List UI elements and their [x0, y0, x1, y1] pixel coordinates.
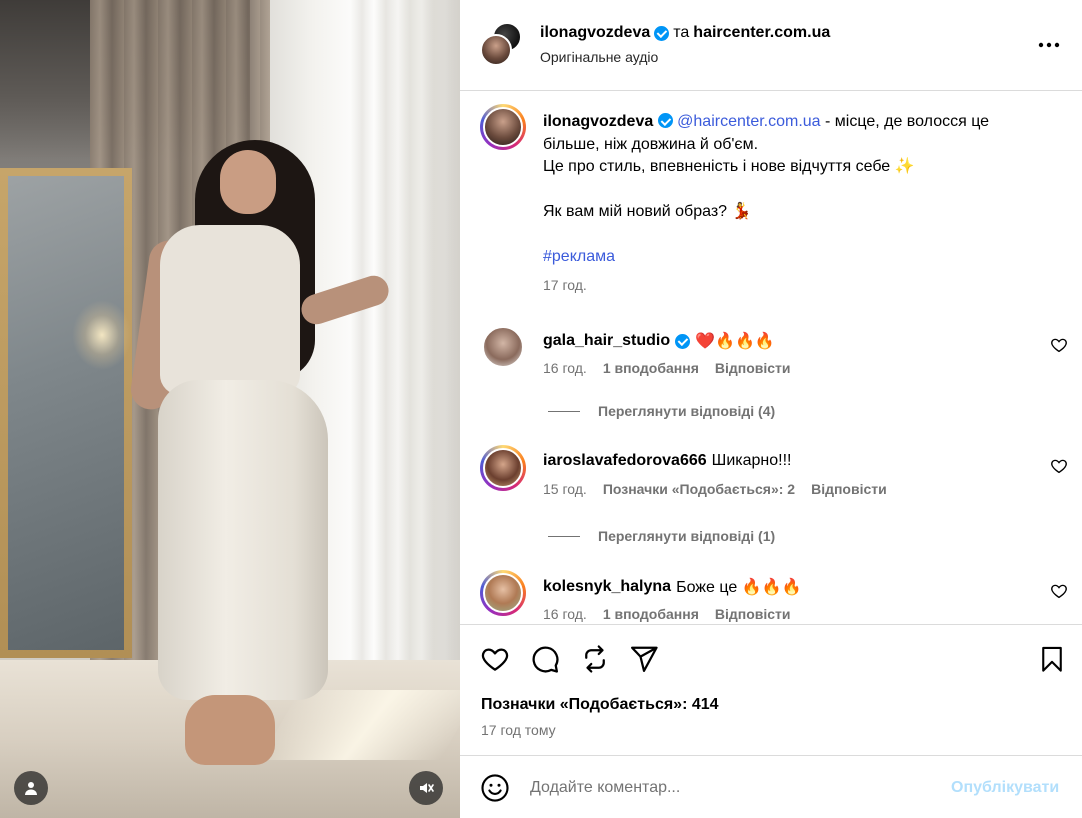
caption-timestamp[interactable]: 17 год.: [543, 277, 587, 293]
comment-likes[interactable]: 1 вподобання: [603, 606, 699, 622]
view-replies-button[interactable]: Переглянути відповіді (1): [548, 528, 775, 544]
view-replies-label: Переглянути відповіді (1): [598, 528, 776, 544]
send-icon: [631, 646, 658, 672]
comment-time[interactable]: 16 год.: [543, 360, 587, 376]
collab-connector: та: [673, 24, 690, 41]
more-icon: [1038, 42, 1060, 48]
author-avatar[interactable]: [480, 34, 512, 66]
replies-divider: [548, 410, 580, 412]
caption-text-2: Це про стиль, впевненість і нове відчутт…: [543, 158, 915, 175]
woman-figure: [0, 0, 460, 818]
header-usernames: ilonagvozdeva та haircenter.com.ua: [540, 24, 830, 42]
save-button[interactable]: [1036, 643, 1068, 675]
post-comment-button[interactable]: Опублікувати: [951, 779, 1059, 797]
comment-content: gala_hair_studio ❤️🔥🔥🔥: [543, 331, 775, 351]
bookmark-icon: [1042, 646, 1062, 672]
caption-mention-link[interactable]: @haircenter.com.ua: [677, 113, 820, 130]
verified-badge-icon: [675, 333, 691, 349]
post-side-panel: ilonagvozdeva та haircenter.com.ua Оригі…: [460, 0, 1082, 818]
more-options-button[interactable]: [1036, 32, 1062, 58]
comment-likes[interactable]: Позначки «Подобається»: 2: [603, 481, 795, 497]
comment-icon: [532, 646, 559, 673]
comment-avatar[interactable]: [480, 324, 526, 370]
post-caption: ilonagvozdeva @haircenter.com.ua - місце…: [543, 111, 1043, 269]
add-comment-bar: Опублікувати: [460, 755, 1082, 818]
collab-avatars[interactable]: [480, 22, 522, 68]
replies-divider: [548, 535, 580, 537]
comment-input[interactable]: [530, 776, 930, 800]
comments-list[interactable]: ilonagvozdeva @haircenter.com.ua - місце…: [460, 92, 1082, 624]
comment-like-heart-icon[interactable]: [1050, 457, 1068, 475]
comment-content: iaroslavafedorova666 Шикарно!!!: [543, 452, 791, 470]
caption-hashtag-link[interactable]: #реклама: [543, 248, 615, 265]
comment-username[interactable]: gala_hair_studio: [543, 332, 670, 350]
caption-author-avatar[interactable]: [480, 104, 526, 150]
post-header: ilonagvozdeva та haircenter.com.ua Оригі…: [460, 0, 1082, 91]
comment-text: Боже це 🔥🔥🔥: [676, 579, 802, 596]
comment-time[interactable]: 15 год.: [543, 481, 587, 497]
like-button[interactable]: [479, 643, 511, 675]
comment-likes[interactable]: 1 вподобання: [603, 360, 699, 376]
post-media-video[interactable]: [0, 0, 460, 818]
likes-count[interactable]: Позначки «Подобається»: 414: [481, 696, 719, 714]
comment-text: Шикарно!!!: [711, 452, 792, 469]
comment-avatar[interactable]: [480, 445, 526, 491]
comment-button[interactable]: [529, 643, 561, 675]
post-timestamp[interactable]: 17 год тому: [481, 722, 556, 738]
caption-username[interactable]: ilonagvozdeva: [543, 113, 653, 130]
comment-username[interactable]: iaroslavafedorova666: [543, 452, 707, 470]
caption-text-3: Як вам мій новий образ? 💃: [543, 203, 752, 220]
repost-icon: [585, 645, 605, 673]
comment-text: ❤️🔥🔥🔥: [695, 333, 775, 350]
collaborator-username[interactable]: haircenter.com.ua: [693, 24, 830, 42]
reply-button[interactable]: Відповісти: [811, 481, 887, 497]
comment-item: iaroslavafedorova666 Шикарно!!! 15 год. …: [460, 445, 1082, 525]
comment-meta: 16 год. 1 вподобання Відповісти: [543, 360, 791, 376]
comment-username[interactable]: kolesnyk_halyna: [543, 578, 671, 596]
emoji-icon[interactable]: [480, 773, 510, 803]
verified-badge-icon: [654, 25, 670, 41]
muted-speaker-icon: [420, 783, 434, 793]
comment-like-heart-icon[interactable]: [1050, 336, 1068, 354]
post-actions: Позначки «Подобається»: 414 17 год тому: [460, 624, 1082, 754]
heart-icon: [481, 648, 509, 671]
mute-button[interactable]: [409, 771, 443, 805]
comment-meta: 15 год. Позначки «Подобається»: 2 Відпов…: [543, 481, 887, 497]
reply-button[interactable]: Відповісти: [715, 360, 791, 376]
user-tags-button[interactable]: [14, 771, 48, 805]
comment-like-heart-icon[interactable]: [1050, 582, 1068, 600]
verified-badge-icon: [657, 113, 673, 128]
author-username[interactable]: ilonagvozdeva: [540, 24, 650, 42]
user-icon: [25, 782, 37, 795]
comment-avatar[interactable]: [480, 570, 526, 616]
view-replies-label: Переглянути відповіді (4): [598, 403, 776, 419]
share-button[interactable]: [628, 643, 660, 675]
comment-content: kolesnyk_halyna Боже це 🔥🔥🔥: [543, 577, 801, 597]
comment-item: gala_hair_studio ❤️🔥🔥🔥 16 год. 1 вподоба…: [460, 324, 1082, 404]
view-replies-button[interactable]: Переглянути відповіді (4): [548, 403, 775, 419]
repost-button[interactable]: [579, 643, 611, 675]
comment-item: kolesnyk_halyna Боже це 🔥🔥🔥 16 год. 1 вп…: [460, 570, 1082, 624]
reply-button[interactable]: Відповісти: [715, 606, 791, 622]
comment-time[interactable]: 16 год.: [543, 606, 587, 622]
comment-meta: 16 год. 1 вподобання Відповісти: [543, 606, 791, 622]
audio-label[interactable]: Оригінальне аудіо: [540, 49, 658, 65]
